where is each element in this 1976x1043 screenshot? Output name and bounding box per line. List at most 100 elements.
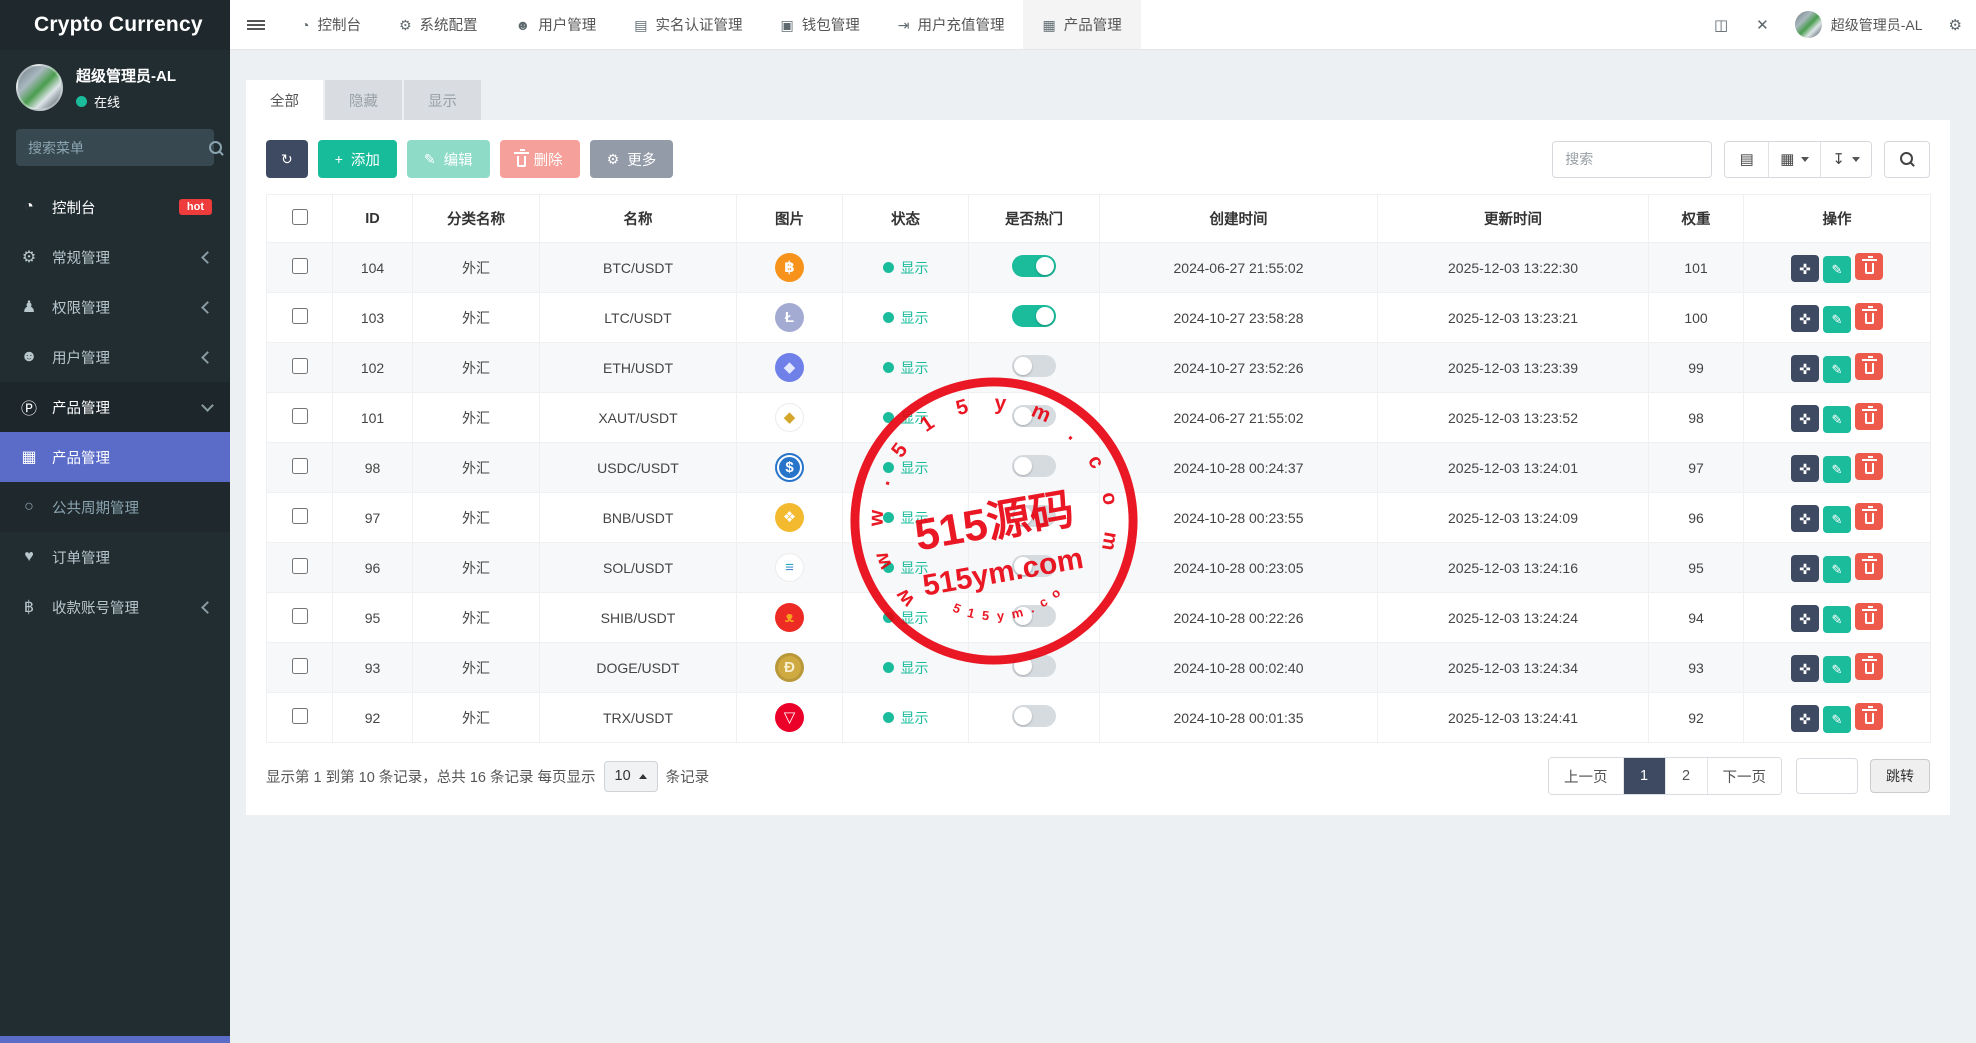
delete-row-button[interactable] (1855, 603, 1883, 630)
hot-toggle[interactable] (1012, 655, 1056, 677)
hot-toggle[interactable] (1012, 305, 1056, 327)
edit-row-button[interactable]: ✎ (1823, 306, 1851, 333)
move-button[interactable]: ✜ (1791, 405, 1819, 432)
delete-row-button[interactable] (1855, 453, 1883, 480)
hot-toggle[interactable] (1012, 505, 1056, 527)
row-checkbox[interactable] (292, 358, 308, 374)
hot-toggle[interactable] (1012, 455, 1056, 477)
briefcase-icon: ▦ (1042, 18, 1055, 32)
hot-toggle[interactable] (1012, 355, 1056, 377)
delete-row-button[interactable] (1855, 653, 1883, 680)
next-page-button[interactable]: 下一页 (1708, 758, 1782, 794)
more-button[interactable]: ⚙ 更多 (590, 140, 674, 178)
delete-button[interactable]: 删除 (500, 140, 580, 178)
navbar-user[interactable]: 超级管理员-AL (1783, 11, 1935, 38)
sidebar-item-general[interactable]: ⚙常规管理 (0, 232, 230, 282)
row-checkbox[interactable] (292, 708, 308, 724)
sidebar-item-label: 权限管理 (52, 297, 110, 318)
search-icon[interactable] (209, 141, 223, 155)
fullscreen-icon[interactable]: ✕ (1742, 0, 1783, 49)
delete-row-button[interactable] (1855, 403, 1883, 430)
export-button[interactable]: ↧ (1821, 142, 1871, 177)
theme-icon[interactable]: ◫ (1700, 0, 1742, 49)
search-button[interactable] (1884, 141, 1930, 178)
edit-row-button[interactable]: ✎ (1823, 656, 1851, 683)
edit-row-button[interactable]: ✎ (1823, 456, 1851, 483)
tab-全部[interactable]: 全部 (246, 80, 323, 120)
move-button[interactable]: ✜ (1791, 655, 1819, 682)
row-checkbox[interactable] (292, 558, 308, 574)
sidebar-item-product[interactable]: ▦产品管理 (0, 432, 230, 482)
move-button[interactable]: ✜ (1791, 255, 1819, 282)
columns-button[interactable]: ▦ (1769, 142, 1821, 177)
sidebar-item-payment-accounts[interactable]: ฿收款账号管理 (0, 582, 230, 632)
hot-toggle[interactable] (1012, 255, 1056, 277)
edit-row-button[interactable]: ✎ (1823, 606, 1851, 633)
page-size-dropdown[interactable]: 10 (604, 761, 658, 792)
settings-gears-icon[interactable]: ⚙ (1935, 0, 1976, 49)
cell-image: ▽ (737, 693, 843, 743)
nav-item-user-mgmt[interactable]: ☻用户管理 (497, 0, 616, 49)
tab-隐藏[interactable]: 隐藏 (325, 80, 402, 120)
move-button[interactable]: ✜ (1791, 355, 1819, 382)
row-checkbox[interactable] (292, 458, 308, 474)
edit-row-button[interactable]: ✎ (1823, 556, 1851, 583)
jump-button[interactable]: 跳转 (1870, 759, 1930, 793)
table-search-input[interactable] (1552, 141, 1712, 178)
hot-toggle[interactable] (1012, 605, 1056, 627)
edit-button[interactable]: ✎ 编辑 (407, 140, 490, 178)
sidebar-toggle-button[interactable] (230, 0, 282, 49)
sidebar-search-input[interactable] (28, 140, 209, 156)
trash-icon (1865, 413, 1874, 424)
add-button[interactable]: + 添加 (318, 140, 397, 178)
edit-row-button[interactable]: ✎ (1823, 506, 1851, 533)
move-button[interactable]: ✜ (1791, 505, 1819, 532)
delete-row-button[interactable] (1855, 253, 1883, 280)
row-checkbox[interactable] (292, 508, 308, 524)
move-button[interactable]: ✜ (1791, 455, 1819, 482)
row-name: USDC/USDT (540, 443, 737, 493)
move-button[interactable]: ✜ (1791, 705, 1819, 732)
sidebar-item-dashboard[interactable]: ◔控制台hot (0, 182, 230, 232)
move-button[interactable]: ✜ (1791, 555, 1819, 582)
delete-row-button[interactable] (1855, 303, 1883, 330)
sidebar-item-permission[interactable]: ♟权限管理 (0, 282, 230, 332)
page-button-2[interactable]: 2 (1666, 758, 1708, 794)
sidebar-item-orders[interactable]: ♥订单管理 (0, 532, 230, 582)
refresh-button[interactable]: ↻ (266, 140, 308, 178)
row-checkbox[interactable] (292, 308, 308, 324)
edit-row-button[interactable]: ✎ (1823, 706, 1851, 733)
tab-显示[interactable]: 显示 (404, 80, 481, 120)
nav-item-dashboard[interactable]: ◔控制台 (282, 0, 380, 49)
move-button[interactable]: ✜ (1791, 605, 1819, 632)
delete-row-button[interactable] (1855, 703, 1883, 730)
edit-row-button[interactable]: ✎ (1823, 356, 1851, 383)
cell-select (267, 543, 333, 593)
select-all-checkbox[interactable] (292, 209, 308, 225)
row-checkbox[interactable] (292, 608, 308, 624)
nav-item-product[interactable]: ▦产品管理 (1023, 0, 1140, 49)
hot-toggle[interactable] (1012, 705, 1056, 727)
nav-item-system-config[interactable]: ⚙系统配置 (380, 0, 497, 49)
row-checkbox[interactable] (292, 258, 308, 274)
sidebar-item-public-cycle[interactable]: ○公共周期管理 (0, 482, 230, 532)
prev-page-button[interactable]: 上一页 (1549, 758, 1624, 794)
nav-item-kyc[interactable]: ▤实名认证管理 (615, 0, 761, 49)
detail-view-button[interactable]: ▤ (1725, 142, 1769, 177)
sidebar-item-users[interactable]: ☻用户管理 (0, 332, 230, 382)
jump-page-input[interactable] (1796, 758, 1858, 794)
hot-toggle[interactable] (1012, 555, 1056, 577)
nav-item-recharge[interactable]: ⇥用户充值管理 (879, 0, 1024, 49)
delete-row-button[interactable] (1855, 553, 1883, 580)
move-button[interactable]: ✜ (1791, 305, 1819, 332)
edit-row-button[interactable]: ✎ (1823, 406, 1851, 433)
sidebar-item-product-parent[interactable]: Ⓟ产品管理 (0, 382, 230, 432)
delete-row-button[interactable] (1855, 353, 1883, 380)
row-checkbox[interactable] (292, 408, 308, 424)
edit-row-button[interactable]: ✎ (1823, 256, 1851, 283)
nav-item-wallet[interactable]: ▣钱包管理 (762, 0, 879, 49)
delete-row-button[interactable] (1855, 503, 1883, 530)
page-button-1[interactable]: 1 (1624, 758, 1666, 794)
row-checkbox[interactable] (292, 658, 308, 674)
hot-toggle[interactable] (1012, 405, 1056, 427)
